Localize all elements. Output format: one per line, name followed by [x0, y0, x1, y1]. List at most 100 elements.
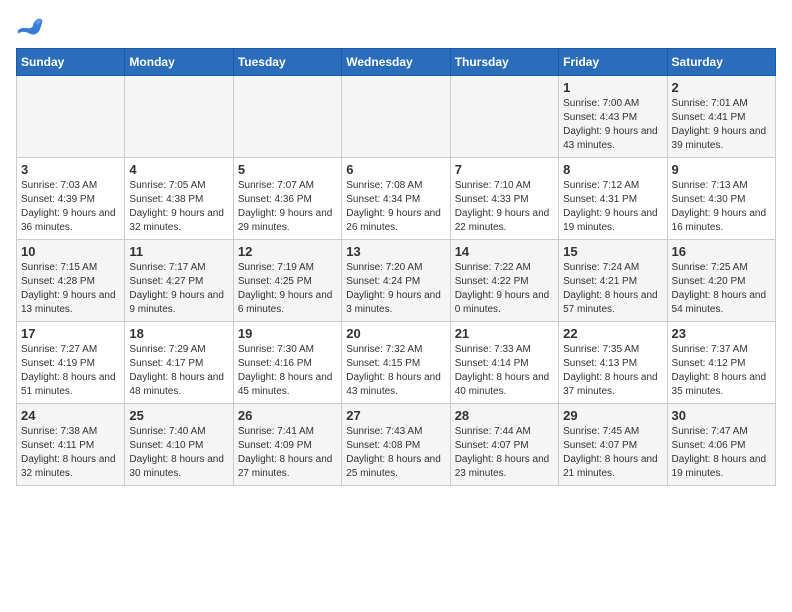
day-number: 13 [346, 244, 445, 259]
calendar-table: SundayMondayTuesdayWednesdayThursdayFrid… [16, 48, 776, 486]
day-number: 6 [346, 162, 445, 177]
calendar-cell: 8Sunrise: 7:12 AM Sunset: 4:31 PM Daylig… [559, 158, 667, 240]
calendar-cell: 3 Sunrise: 7:03 AM Sunset: 4:39 PM Daylig… [17, 158, 125, 240]
calendar-cell: 20 Sunrise: 7:32 AM Sunset: 4:15 PM Dayli… [342, 322, 450, 404]
calendar-cell: 21 Sunrise: 7:33 AM Sunset: 4:14 PM Dayli… [450, 322, 558, 404]
col-header-saturday: Saturday [667, 49, 775, 76]
day-detail: Sunrise: 7:41 AM Sunset: 4:09 PM Dayligh… [238, 425, 337, 481]
day-detail: Sunrise: 7:27 AM Sunset: 4:19 PM Dayligh… [21, 343, 120, 399]
day-detail: Sunrise: 7:29 AM Sunset: 4:17 PM Dayligh… [129, 343, 228, 399]
calendar-cell: 10 Sunrise: 7:15 AM Sunset: 4:28 PM Dayli… [17, 240, 125, 322]
calendar-cell: 25 Sunrise: 7:40 AM Sunset: 4:10 PM Dayli… [125, 404, 233, 486]
day-number: 23 [672, 326, 771, 341]
day-detail: Sunrise: 7:43 AM Sunset: 4:08 PM Dayligh… [346, 425, 445, 481]
day-detail: Sunrise: 7:01 AM Sunset: 4:41 PM Dayligh… [672, 97, 771, 153]
day-number: 4 [129, 162, 228, 177]
day-detail: Sunrise: 7:13 AM Sunset: 4:30 PM Dayligh… [672, 179, 771, 235]
day-detail: Sunrise: 7:24 AM Sunset: 4:21 PM Dayligh… [563, 261, 662, 317]
day-detail: Sunrise: 7:00 AM Sunset: 4:43 PM Dayligh… [563, 97, 662, 153]
day-detail: Sunrise: 7:22 AM Sunset: 4:22 PM Dayligh… [455, 261, 554, 317]
calendar-cell: 16 Sunrise: 7:25 AM Sunset: 4:20 PM Dayli… [667, 240, 775, 322]
col-header-monday: Monday [125, 49, 233, 76]
col-header-friday: Friday [559, 49, 667, 76]
calendar-week-2: 3 Sunrise: 7:03 AM Sunset: 4:39 PM Daylig… [17, 158, 776, 240]
calendar-cell: 6 Sunrise: 7:08 AM Sunset: 4:34 PM Daylig… [342, 158, 450, 240]
calendar-cell: 17 Sunrise: 7:27 AM Sunset: 4:19 PM Dayli… [17, 322, 125, 404]
calendar-cell: 19Sunrise: 7:30 AM Sunset: 4:16 PM Dayli… [233, 322, 341, 404]
calendar-cell: 12Sunrise: 7:19 AM Sunset: 4:25 PM Dayli… [233, 240, 341, 322]
day-detail: Sunrise: 7:07 AM Sunset: 4:36 PM Dayligh… [238, 179, 337, 235]
day-number: 2 [672, 80, 771, 95]
col-header-wednesday: Wednesday [342, 49, 450, 76]
calendar-cell: 28 Sunrise: 7:44 AM Sunset: 4:07 PM Dayli… [450, 404, 558, 486]
day-number: 16 [672, 244, 771, 259]
calendar-week-1: 1 Sunrise: 7:00 AM Sunset: 4:43 PM Daylig… [17, 76, 776, 158]
day-number: 20 [346, 326, 445, 341]
day-detail: Sunrise: 7:08 AM Sunset: 4:34 PM Dayligh… [346, 179, 445, 235]
col-header-sunday: Sunday [17, 49, 125, 76]
day-detail: Sunrise: 7:19 AM Sunset: 4:25 PM Dayligh… [238, 261, 337, 317]
calendar-cell: 22Sunrise: 7:35 AM Sunset: 4:13 PM Dayli… [559, 322, 667, 404]
day-number: 29 [563, 408, 662, 423]
day-detail: Sunrise: 7:20 AM Sunset: 4:24 PM Dayligh… [346, 261, 445, 317]
day-number: 7 [455, 162, 554, 177]
day-detail: Sunrise: 7:05 AM Sunset: 4:38 PM Dayligh… [129, 179, 228, 235]
day-number: 25 [129, 408, 228, 423]
day-number: 28 [455, 408, 554, 423]
logo [16, 16, 48, 38]
calendar-cell [450, 76, 558, 158]
calendar-cell: 7 Sunrise: 7:10 AM Sunset: 4:33 PM Daylig… [450, 158, 558, 240]
day-detail: Sunrise: 7:32 AM Sunset: 4:15 PM Dayligh… [346, 343, 445, 399]
calendar-cell: 24Sunrise: 7:38 AM Sunset: 4:11 PM Dayli… [17, 404, 125, 486]
calendar-cell: 23Sunrise: 7:37 AM Sunset: 4:12 PM Dayli… [667, 322, 775, 404]
day-number: 26 [238, 408, 337, 423]
day-number: 1 [563, 80, 662, 95]
day-number: 10 [21, 244, 120, 259]
day-detail: Sunrise: 7:03 AM Sunset: 4:39 PM Dayligh… [21, 179, 120, 235]
day-number: 9 [672, 162, 771, 177]
day-number: 5 [238, 162, 337, 177]
calendar-cell: 5 Sunrise: 7:07 AM Sunset: 4:36 PM Daylig… [233, 158, 341, 240]
day-number: 19 [238, 326, 337, 341]
calendar-cell: 29 Sunrise: 7:45 AM Sunset: 4:07 PM Dayli… [559, 404, 667, 486]
calendar-cell [125, 76, 233, 158]
day-number: 11 [129, 244, 228, 259]
day-number: 18 [129, 326, 228, 341]
calendar-cell [17, 76, 125, 158]
day-number: 30 [672, 408, 771, 423]
calendar-cell: 15Sunrise: 7:24 AM Sunset: 4:21 PM Dayli… [559, 240, 667, 322]
day-detail: Sunrise: 7:40 AM Sunset: 4:10 PM Dayligh… [129, 425, 228, 481]
calendar-cell [233, 76, 341, 158]
calendar-cell: 14 Sunrise: 7:22 AM Sunset: 4:22 PM Dayli… [450, 240, 558, 322]
col-header-tuesday: Tuesday [233, 49, 341, 76]
day-number: 17 [21, 326, 120, 341]
calendar-cell: 30 Sunrise: 7:47 AM Sunset: 4:06 PM Dayli… [667, 404, 775, 486]
day-detail: Sunrise: 7:17 AM Sunset: 4:27 PM Dayligh… [129, 261, 228, 317]
day-detail: Sunrise: 7:25 AM Sunset: 4:20 PM Dayligh… [672, 261, 771, 317]
calendar-cell: 18 Sunrise: 7:29 AM Sunset: 4:17 PM Dayli… [125, 322, 233, 404]
day-detail: Sunrise: 7:35 AM Sunset: 4:13 PM Dayligh… [563, 343, 662, 399]
day-number: 3 [21, 162, 120, 177]
calendar-cell: 1 Sunrise: 7:00 AM Sunset: 4:43 PM Daylig… [559, 76, 667, 158]
calendar-week-3: 10 Sunrise: 7:15 AM Sunset: 4:28 PM Dayli… [17, 240, 776, 322]
calendar-cell: 26 Sunrise: 7:41 AM Sunset: 4:09 PM Dayli… [233, 404, 341, 486]
logo-bird-icon [16, 16, 44, 38]
calendar-cell: 27 Sunrise: 7:43 AM Sunset: 4:08 PM Dayli… [342, 404, 450, 486]
day-number: 27 [346, 408, 445, 423]
calendar-cell: 2 Sunrise: 7:01 AM Sunset: 4:41 PM Daylig… [667, 76, 775, 158]
day-detail: Sunrise: 7:10 AM Sunset: 4:33 PM Dayligh… [455, 179, 554, 235]
page-header [16, 16, 776, 38]
day-detail: Sunrise: 7:33 AM Sunset: 4:14 PM Dayligh… [455, 343, 554, 399]
day-detail: Sunrise: 7:45 AM Sunset: 4:07 PM Dayligh… [563, 425, 662, 481]
day-detail: Sunrise: 7:15 AM Sunset: 4:28 PM Dayligh… [21, 261, 120, 317]
day-detail: Sunrise: 7:12 AM Sunset: 4:31 PM Dayligh… [563, 179, 662, 235]
calendar-week-4: 17 Sunrise: 7:27 AM Sunset: 4:19 PM Dayli… [17, 322, 776, 404]
calendar-cell: 4 Sunrise: 7:05 AM Sunset: 4:38 PM Daylig… [125, 158, 233, 240]
day-number: 21 [455, 326, 554, 341]
calendar-cell: 13 Sunrise: 7:20 AM Sunset: 4:24 PM Dayli… [342, 240, 450, 322]
day-detail: Sunrise: 7:47 AM Sunset: 4:06 PM Dayligh… [672, 425, 771, 481]
day-detail: Sunrise: 7:44 AM Sunset: 4:07 PM Dayligh… [455, 425, 554, 481]
day-detail: Sunrise: 7:38 AM Sunset: 4:11 PM Dayligh… [21, 425, 120, 481]
header-row: SundayMondayTuesdayWednesdayThursdayFrid… [17, 49, 776, 76]
day-number: 14 [455, 244, 554, 259]
